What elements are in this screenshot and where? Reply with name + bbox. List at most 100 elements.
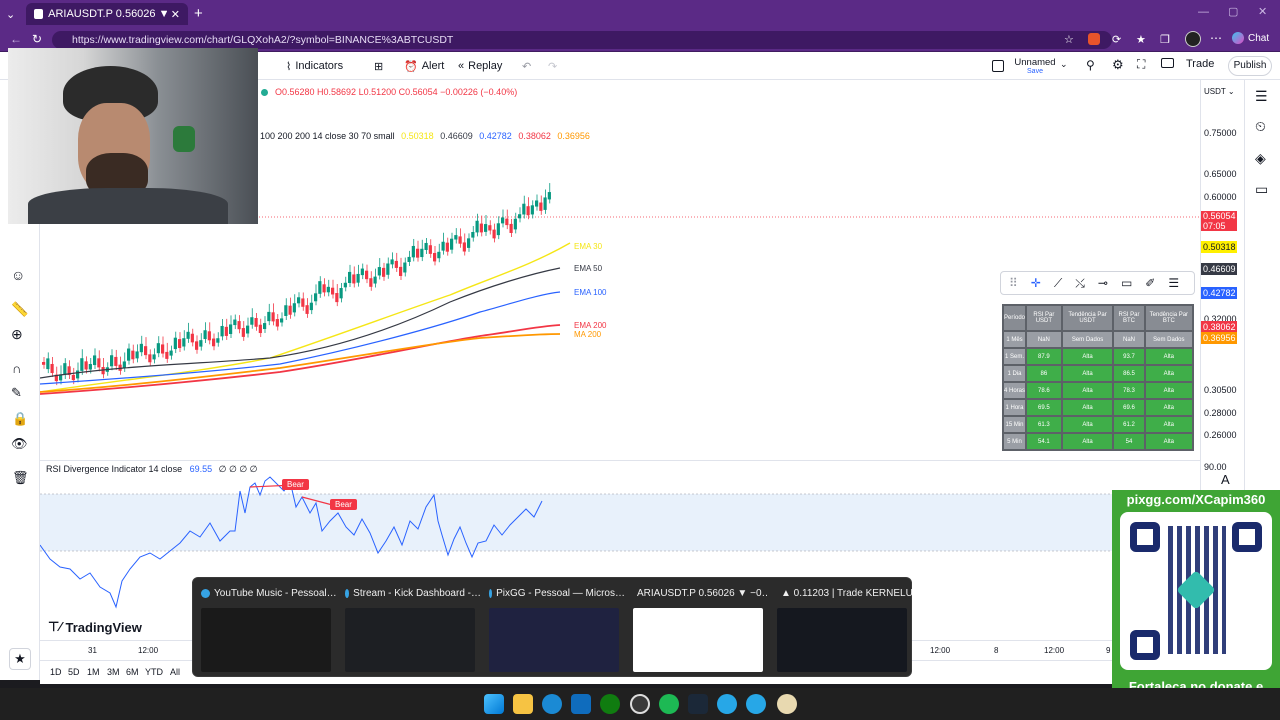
- candle: [114, 356, 118, 366]
- favorite-icon[interactable]: ☆: [1064, 33, 1074, 46]
- magnet-icon[interactable]: ∩: [12, 361, 21, 376]
- candle: [441, 241, 445, 251]
- lock-icon[interactable]: 🔒: [12, 411, 28, 427]
- favorites-bar-icon[interactable]: ★: [1136, 33, 1146, 46]
- telegram-icon[interactable]: [717, 694, 737, 714]
- outlook-icon[interactable]: [571, 694, 591, 714]
- xbox-icon[interactable]: [600, 694, 620, 714]
- refresh-icon[interactable]: ↻: [32, 32, 42, 46]
- preview-pixgg[interactable]: PixGG - Pessoal — Micros…: [485, 586, 627, 672]
- trend-btc-cell: Sem Dados: [1145, 332, 1192, 347]
- windows-start-icon[interactable]: [484, 694, 504, 714]
- horizontal-line-icon[interactable]: ⊸: [1098, 276, 1108, 290]
- stay-drawing-icon[interactable]: ✎: [11, 385, 22, 401]
- range-all[interactable]: All: [170, 667, 180, 677]
- file-explorer-icon[interactable]: [513, 694, 533, 714]
- layout-checkbox[interactable]: [992, 60, 1004, 72]
- eye-icon[interactable]: 👁: [11, 436, 28, 452]
- range-ytd[interactable]: YTD: [145, 667, 163, 677]
- fib-icon[interactable]: ⤯: [1075, 276, 1085, 291]
- ruler-icon[interactable]: 📏: [11, 301, 28, 318]
- extension-icon[interactable]: [1088, 33, 1100, 45]
- candle: [509, 223, 513, 233]
- replay-button[interactable]: « Replay: [458, 58, 502, 74]
- floating-drawing-toolbar[interactable]: ⠿ ✛ ⟋ ⤯ ⊸ ▭ ✐ ☰: [1000, 271, 1195, 295]
- auto-scale-button[interactable]: A: [1221, 472, 1230, 487]
- layout-dropdown-icon[interactable]: ⌄: [1060, 59, 1068, 70]
- donation-overlay: pixgg.com/XCapim360 Fortaleça no donate …: [1112, 490, 1280, 720]
- steam-icon[interactable]: [688, 694, 708, 714]
- brush-icon[interactable]: ✐: [1145, 276, 1155, 290]
- window-minimize-button[interactable]: —: [1198, 6, 1209, 18]
- candle: [360, 268, 364, 276]
- replay-label: Replay: [468, 60, 503, 72]
- window-close-button[interactable]: ✕: [1258, 5, 1267, 18]
- url-field[interactable]: https://www.tradingview.com/chart/GLQXoh…: [52, 31, 1112, 49]
- browser-tab-active[interactable]: ARIAUSDT.P 0.56026 ▼ −0.45% U… ✕: [26, 3, 188, 25]
- camera-icon[interactable]: [1161, 58, 1174, 68]
- crosshair-icon[interactable]: ✛: [1031, 276, 1041, 290]
- trade-button[interactable]: Trade: [1186, 58, 1214, 70]
- preview-youtube-music[interactable]: YouTube Music - Pessoal…: [197, 586, 339, 672]
- ma200-label: MA 200: [574, 330, 602, 339]
- trash-icon[interactable]: 🗑: [12, 470, 29, 486]
- preview-kick-dashboard[interactable]: Stream - Kick Dashboard -…: [341, 586, 483, 672]
- candle: [144, 346, 148, 356]
- preview-tradingview[interactable]: ARIAUSDT.P 0.56026 ▼ −0…: [629, 586, 771, 672]
- tradingview-logo[interactable]: ⊤⁄ TradingView: [48, 619, 142, 635]
- favorites-star-icon[interactable]: ★: [9, 648, 31, 670]
- layers-icon[interactable]: ◈: [1255, 150, 1266, 167]
- range-5d[interactable]: 5D: [68, 667, 80, 677]
- alert-button[interactable]: ⏰ Alert: [404, 58, 444, 74]
- more-menu-icon[interactable]: ⋯: [1210, 31, 1222, 45]
- chat-bubble-icon[interactable]: ▭: [1255, 181, 1268, 198]
- candle: [496, 223, 500, 236]
- copy-icon[interactable]: ❐: [1160, 33, 1170, 46]
- profile-avatar[interactable]: [1185, 31, 1201, 47]
- redo-button[interactable]: ↷: [548, 58, 557, 74]
- search-icon[interactable]: ⚲: [1086, 58, 1095, 72]
- new-tab-button[interactable]: +: [194, 5, 203, 22]
- alerts-clock-icon[interactable]: ⏲: [1255, 118, 1266, 135]
- range-1d[interactable]: 1D: [50, 667, 62, 677]
- layout-name-button[interactable]: Unnamed Save: [1014, 57, 1056, 75]
- zoom-in-icon[interactable]: ⊕: [11, 326, 23, 343]
- table-header: RSI Par BTC: [1114, 306, 1144, 330]
- settings-icon[interactable]: ⚙: [1112, 57, 1124, 73]
- edge-icon[interactable]: [542, 694, 562, 714]
- obs-icon[interactable]: [630, 694, 650, 714]
- indicators-button[interactable]: ⌇ Indicators: [286, 58, 343, 74]
- drag-handle-icon[interactable]: ⠿: [1009, 276, 1018, 290]
- ema50-price-tag: 0.46609: [1201, 263, 1237, 275]
- candle: [237, 321, 241, 330]
- candle: [407, 256, 411, 262]
- candle: [110, 355, 114, 367]
- refresh-ext-icon[interactable]: ⟳: [1112, 33, 1121, 46]
- range-6m[interactable]: 6M: [126, 667, 139, 677]
- trend-line-icon[interactable]: ⟋: [1054, 276, 1062, 291]
- app-icon[interactable]: [777, 694, 797, 714]
- back-icon[interactable]: ←: [10, 32, 22, 46]
- rectangle-icon[interactable]: ▭: [1121, 276, 1132, 290]
- publish-button[interactable]: Publish: [1228, 56, 1272, 76]
- range-3m[interactable]: 3M: [107, 667, 120, 677]
- undo-button[interactable]: ↶: [522, 58, 531, 74]
- layouts-button[interactable]: ⊞: [374, 58, 383, 74]
- candle: [386, 263, 390, 275]
- watchlist-icon[interactable]: ☰: [1255, 88, 1268, 105]
- menu-icon[interactable]: ☰: [1168, 276, 1179, 290]
- tab-menu-icon[interactable]: ⌄: [6, 8, 15, 21]
- currency-selector[interactable]: USDT ⌄: [1204, 87, 1235, 96]
- candle: [80, 358, 84, 371]
- spotify-icon[interactable]: [659, 694, 679, 714]
- range-1m[interactable]: 1M: [87, 667, 100, 677]
- preview-kernel-trade[interactable]: ▲ 0.11203 | Trade KERNELU…: [773, 586, 915, 672]
- emoji-tool-icon[interactable]: ☺: [11, 267, 25, 283]
- candle: [394, 260, 398, 268]
- copilot-chat-button[interactable]: Chat: [1232, 32, 1269, 44]
- person-shirt: [28, 188, 228, 224]
- tab-close-icon[interactable]: ✕: [171, 8, 180, 21]
- window-maximize-button[interactable]: ▢: [1228, 5, 1238, 18]
- fullscreen-icon[interactable]: ⛶: [1137, 57, 1145, 72]
- telegram-icon-2[interactable]: [746, 694, 766, 714]
